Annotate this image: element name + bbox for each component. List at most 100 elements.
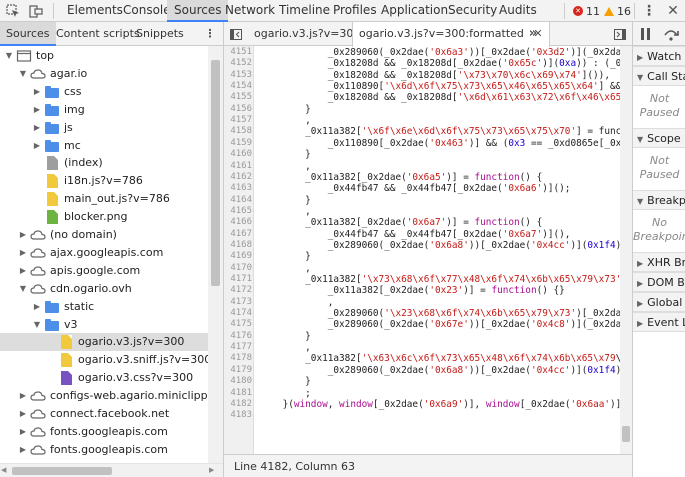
tree-item[interactable]: ▶ configs-web.agario.miniclippt.com [0, 387, 208, 405]
close-icon[interactable]: ✕ [662, 0, 684, 22]
line-number[interactable]: 4174 [224, 308, 252, 319]
tree-item[interactable]: ▼ v3 [0, 316, 208, 334]
line-number[interactable]: 4175 [224, 319, 252, 330]
expand-arrow-closed-icon[interactable]: ▶ [32, 101, 42, 119]
tree-item[interactable]: ▶ js [0, 119, 208, 137]
line-number[interactable]: 4161 [224, 161, 252, 172]
tree-scroll-thumb[interactable] [211, 60, 220, 286]
line-number[interactable]: 4170 [224, 263, 252, 274]
tree-item[interactable]: i18n.js?v=786 [0, 172, 208, 190]
line-number[interactable]: 4151 [224, 47, 252, 58]
expand-arrow-closed-icon[interactable]: ▶ [18, 441, 28, 459]
debugger-pane-header[interactable]: ▼Call Stack [633, 66, 685, 86]
line-number[interactable]: 4180 [224, 376, 252, 387]
expand-arrow-closed-icon[interactable]: ▶ [18, 244, 28, 262]
editor-tab-ogario-js[interactable]: ogario.v3.js?v=300 [250, 22, 364, 46]
line-number[interactable]: 4182 [224, 399, 252, 410]
expand-arrow-open-icon[interactable]: ▼ [18, 280, 28, 298]
tree-item[interactable]: ▶ css [0, 83, 208, 101]
line-number[interactable]: 4178 [224, 353, 252, 364]
line-number[interactable]: 4183 [224, 410, 252, 421]
pause-icon[interactable] [639, 27, 653, 44]
code-vertical-scrollbar[interactable] [620, 46, 632, 454]
tab-content-scripts[interactable]: Content scripts [52, 22, 144, 46]
line-number[interactable]: 4157 [224, 115, 252, 126]
line-number[interactable]: 4153 [224, 70, 252, 81]
expand-arrow-open-icon[interactable]: ▼ [4, 47, 14, 65]
tree-item[interactable]: (index) [0, 154, 208, 172]
line-number[interactable]: 4162 [224, 172, 252, 183]
line-number[interactable]: 4158 [224, 126, 252, 137]
expand-arrow-closed-icon[interactable]: ▶ [18, 387, 28, 405]
toggle-debugger-icon[interactable] [612, 22, 628, 46]
line-number[interactable]: 4164 [224, 195, 252, 206]
tree-item[interactable]: main_out.js?v=786 [0, 190, 208, 208]
line-number[interactable]: 4152 [224, 58, 252, 69]
line-number[interactable]: 4155 [224, 92, 252, 103]
tree-item[interactable]: ▶ (no domain) [0, 226, 208, 244]
line-number[interactable]: 4179 [224, 365, 252, 376]
warning-counter[interactable]: 16 [604, 0, 631, 22]
line-number[interactable]: 4177 [224, 342, 252, 353]
code-scroll-thumb[interactable] [622, 426, 630, 442]
tree-item[interactable]: blocker.png [0, 208, 208, 226]
debugger-pane-header[interactable]: ▶Global Listeners [633, 292, 685, 312]
debugger-pane-header[interactable]: ▶XHR Breakpoints [633, 252, 685, 272]
error-counter[interactable]: ✕ 11 [573, 0, 600, 22]
tree-item[interactable]: ▶ connect.facebook.net [0, 405, 208, 423]
line-number[interactable]: 4172 [224, 285, 252, 296]
debugger-pane-header[interactable]: ▶ Watch [633, 46, 685, 66]
debugger-pane-header[interactable]: ▶Event Listener Breakpoints [633, 312, 685, 332]
expand-arrow-closed-icon[interactable]: ▶ [32, 83, 42, 101]
navigator-menu-icon[interactable]: ⋮ [203, 22, 217, 46]
more-menu-icon[interactable]: ⋮ [638, 0, 660, 22]
line-number[interactable]: 4160 [224, 149, 252, 160]
code-editor[interactable]: 4151 4152 4153 4154 4155 4156 4157 4158 4159 4160… [224, 46, 620, 454]
scroll-right-icon[interactable]: ▶ [209, 464, 214, 477]
expand-arrow-closed-icon[interactable]: ▶ [32, 298, 42, 316]
step-over-icon[interactable] [663, 27, 679, 44]
tree-item[interactable]: ▼ cdn.ogario.ovh [0, 280, 208, 298]
line-number[interactable]: 4165 [224, 206, 252, 217]
tab-audits[interactable]: Audits [492, 0, 544, 22]
tree-horizontal-scrollbar[interactable]: ◀ ▶ [0, 463, 223, 477]
tree-item[interactable]: ▼ agar.io [0, 65, 208, 83]
tree-item[interactable]: ▶ ajax.googleapis.com [0, 244, 208, 262]
scroll-left-icon[interactable]: ◀ [1, 464, 6, 477]
expand-arrow-closed-icon[interactable]: ▶ [18, 423, 28, 441]
line-number-gutter[interactable]: 4151 4152 4153 4154 4155 4156 4157 4158 4159 4160… [224, 46, 254, 454]
line-number[interactable]: 4166 [224, 217, 252, 228]
line-number[interactable]: 4159 [224, 138, 252, 149]
line-number[interactable]: 4163 [224, 183, 252, 194]
more-tabs-chevron-icon[interactable]: » [526, 22, 540, 46]
tree-item[interactable]: ▶ static [0, 298, 208, 316]
expand-arrow-closed-icon[interactable]: ▶ [18, 405, 28, 423]
inspect-element-icon[interactable] [2, 0, 24, 22]
tree-item[interactable]: ogario.v3.sniff.js?v=300 [0, 351, 208, 369]
line-number[interactable]: 4173 [224, 297, 252, 308]
line-number[interactable]: 4169 [224, 251, 252, 262]
line-number[interactable]: 4154 [224, 81, 252, 92]
expand-arrow-closed-icon[interactable]: ▶ [18, 262, 28, 280]
line-number[interactable]: 4181 [224, 388, 252, 399]
line-number[interactable]: 4156 [224, 104, 252, 115]
line-number[interactable]: 4167 [224, 229, 252, 240]
toggle-navigator-icon[interactable] [228, 22, 244, 46]
debugger-pane-header[interactable]: ▶DOM Breakpoints [633, 272, 685, 292]
tree-item[interactable]: ▶ fonts.googleapis.com [0, 423, 208, 441]
expand-arrow-closed-icon[interactable]: ▶ [18, 226, 28, 244]
tree-vertical-scrollbar[interactable] [208, 46, 223, 463]
tree-item[interactable]: ▶ img [0, 101, 208, 119]
line-number[interactable]: 4168 [224, 240, 252, 251]
tree-item[interactable]: ▶ fonts.googleapis.com [0, 441, 208, 459]
device-toolbar-icon[interactable] [25, 0, 47, 22]
expand-arrow-closed-icon[interactable]: ▶ [32, 137, 42, 155]
tree-item[interactable]: ogario.v3.js?v=300 [0, 333, 208, 352]
line-number[interactable]: 4171 [224, 274, 252, 285]
tree-item[interactable]: ▼ top [0, 47, 208, 65]
editor-tab-ogario-js-formatted[interactable]: ogario.v3.js?v=300:formatted ✕ [352, 22, 550, 47]
line-number[interactable]: 4176 [224, 331, 252, 342]
tree-item[interactable]: ogario.v3.css?v=300 [0, 369, 208, 387]
debugger-pane-header[interactable]: ▼Breakpoints [633, 190, 685, 210]
tab-navigator-sources[interactable]: Sources [0, 22, 56, 46]
